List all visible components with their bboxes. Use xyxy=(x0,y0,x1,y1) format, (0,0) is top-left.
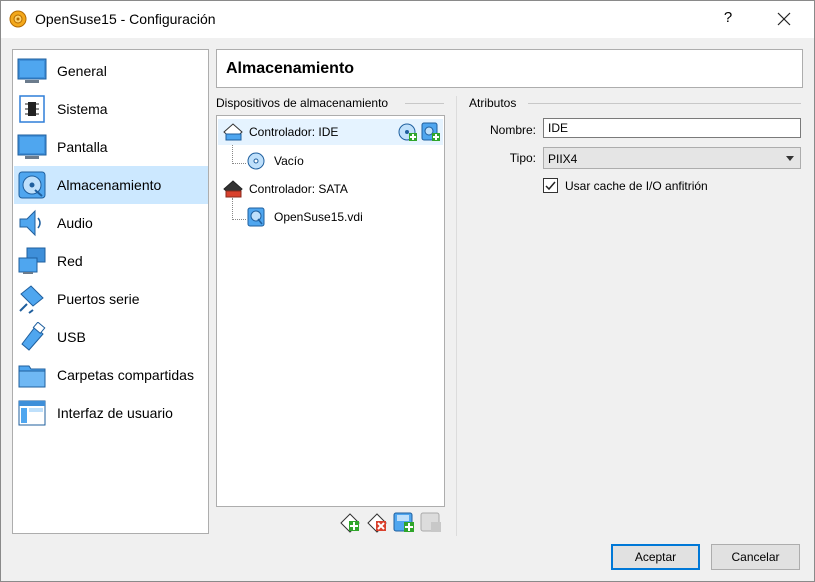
tree-item-label: OpenSuse15.vdi xyxy=(274,210,363,224)
sidebar-item-label: Pantalla xyxy=(57,139,108,155)
virtualbox-app-icon xyxy=(9,10,27,28)
speaker-icon xyxy=(19,209,41,237)
monitor-icon xyxy=(17,58,47,83)
sidebar-item-label: Carpetas compartidas xyxy=(57,367,194,383)
sidebar-item-almacenamiento[interactable]: Almacenamiento xyxy=(14,166,208,204)
storage-devices-group-label: Dispositivos de almacenamiento xyxy=(216,96,389,110)
attributes-group-label: Atributos xyxy=(469,96,517,110)
add-controller-icon[interactable] xyxy=(339,511,361,533)
name-input[interactable] xyxy=(543,118,801,138)
ide-controller-icon xyxy=(223,123,243,141)
display-icon xyxy=(17,134,47,159)
title-bar: OpenSuse15 - Configuración ? xyxy=(0,0,815,38)
tree-item-hard-disk[interactable]: OpenSuse15.vdi xyxy=(218,204,443,230)
tree-item-label: Controlador: IDE xyxy=(249,125,339,139)
sidebar-item-usb[interactable]: USB xyxy=(14,318,208,356)
add-attachment-icon[interactable] xyxy=(393,511,415,533)
close-icon[interactable] xyxy=(766,5,802,33)
settings-sidebar: General Sistema Pantalla Almacenamiento xyxy=(12,49,209,534)
folder-icon xyxy=(18,365,46,388)
type-label: Tipo: xyxy=(509,151,536,165)
sidebar-item-red[interactable]: Red xyxy=(14,242,208,280)
storage-tree[interactable]: Controlador: IDE Vacío Controlador: SATA xyxy=(216,115,445,507)
sidebar-item-audio[interactable]: Audio xyxy=(14,204,208,242)
storage-disc-icon xyxy=(18,171,46,199)
name-label: Nombre: xyxy=(489,123,536,137)
tree-item-controller-sata[interactable]: Controlador: SATA xyxy=(218,176,443,202)
page-title: Almacenamiento xyxy=(226,60,355,77)
sata-controller-icon xyxy=(223,180,243,198)
hard-disk-icon xyxy=(247,207,265,227)
sidebar-item-puertos-serie[interactable]: Puertos serie xyxy=(14,280,208,318)
accept-button[interactable]: Aceptar xyxy=(611,544,700,570)
usb-icon xyxy=(21,322,46,351)
user-interface-icon xyxy=(18,400,46,426)
group-divider xyxy=(405,103,444,104)
remove-attachment-icon[interactable] xyxy=(420,511,442,533)
add-hard-disk-icon[interactable] xyxy=(421,122,441,142)
checkmark-icon xyxy=(545,181,556,191)
sidebar-item-carpetas-compartidas[interactable]: Carpetas compartidas xyxy=(14,356,208,394)
sidebar-item-label: Interfaz de usuario xyxy=(57,405,173,421)
group-divider xyxy=(528,103,801,104)
page-header: Almacenamiento xyxy=(216,49,803,88)
help-button[interactable]: ? xyxy=(718,9,738,29)
sidebar-item-label: Sistema xyxy=(57,101,108,117)
sidebar-item-general[interactable]: General xyxy=(14,52,208,90)
type-select[interactable]: PIIX4 xyxy=(543,147,801,169)
tree-item-empty-optical[interactable]: Vacío xyxy=(218,148,443,174)
serial-port-icon xyxy=(19,285,44,314)
host-io-cache-label[interactable]: Usar cache de I/O anfitrión xyxy=(565,179,708,193)
tree-item-label: Controlador: SATA xyxy=(249,182,348,196)
window-title: OpenSuse15 - Configuración xyxy=(35,11,216,27)
sidebar-item-pantalla[interactable]: Pantalla xyxy=(14,128,208,166)
chevron-down-icon xyxy=(786,156,794,161)
network-icon xyxy=(18,247,46,274)
add-optical-drive-icon[interactable] xyxy=(398,122,418,142)
tree-item-controller-ide[interactable]: Controlador: IDE xyxy=(218,119,443,145)
sidebar-item-sistema[interactable]: Sistema xyxy=(14,90,208,128)
sidebar-item-label: Almacenamiento xyxy=(57,177,162,193)
remove-controller-icon[interactable] xyxy=(366,511,388,533)
cancel-button[interactable]: Cancelar xyxy=(711,544,800,570)
sidebar-item-label: Red xyxy=(57,253,83,269)
sidebar-item-label: USB xyxy=(57,329,86,345)
sidebar-item-interfaz-de-usuario[interactable]: Interfaz de usuario xyxy=(14,394,208,432)
optical-disc-icon xyxy=(247,152,265,170)
sidebar-item-label: Puertos serie xyxy=(57,291,140,307)
host-io-cache-checkbox[interactable] xyxy=(543,178,558,193)
sidebar-item-label: General xyxy=(57,63,107,79)
type-select-value: PIIX4 xyxy=(548,152,578,166)
chip-icon xyxy=(19,95,45,123)
tree-item-label: Vacío xyxy=(274,154,304,168)
sidebar-item-label: Audio xyxy=(57,215,93,231)
